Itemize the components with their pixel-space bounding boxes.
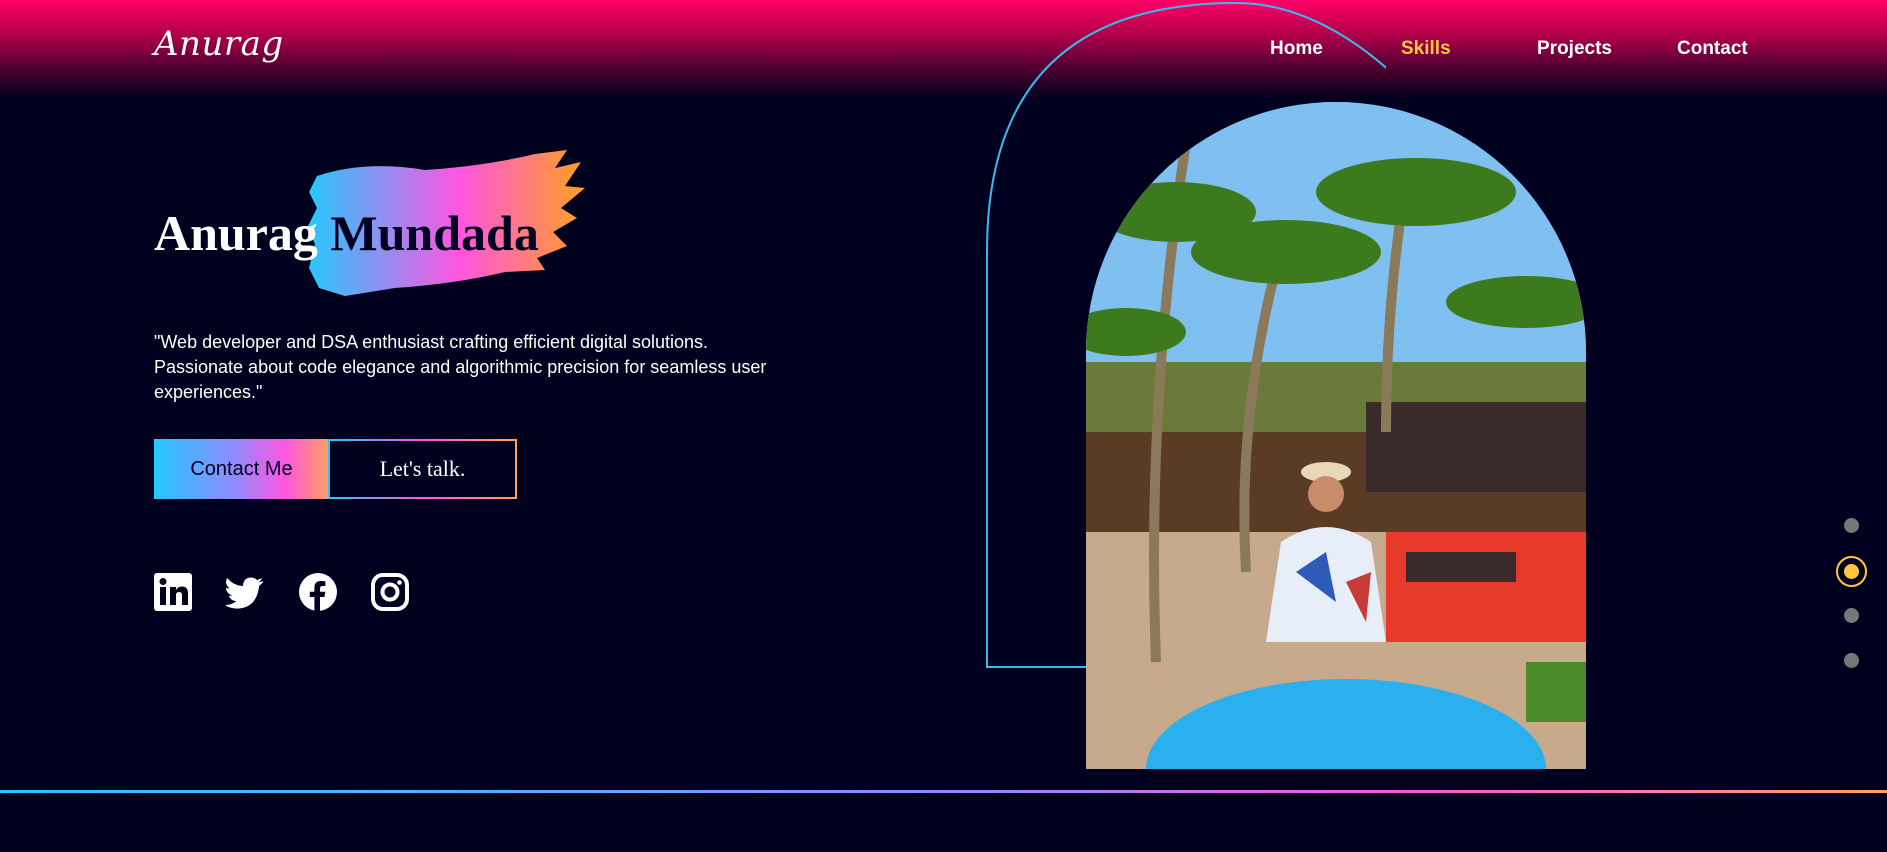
section-dot-3[interactable]: [1844, 608, 1859, 623]
profile-photo-illustration: [1086, 102, 1586, 769]
hero-first-name: Anurag: [154, 205, 318, 261]
lets-talk-button[interactable]: Let's talk.: [328, 439, 517, 499]
nav-skills[interactable]: Skills: [1401, 38, 1451, 60]
section-dot-2-active[interactable]: [1836, 556, 1867, 587]
nav-contact[interactable]: Contact: [1677, 38, 1748, 60]
section-dot-1[interactable]: [1844, 518, 1859, 533]
site-header: Anurag Home Skills Projects Contact: [0, 0, 1887, 100]
hero-last-name: Mundada: [330, 205, 539, 261]
facebook-icon[interactable]: [299, 573, 337, 611]
linkedin-icon[interactable]: [154, 573, 192, 611]
nav-projects[interactable]: Projects: [1537, 38, 1612, 60]
logo[interactable]: Anurag: [154, 24, 284, 64]
section-dot-4[interactable]: [1844, 653, 1859, 668]
instagram-icon[interactable]: [371, 573, 409, 611]
gradient-divider: [0, 790, 1887, 793]
hero-name: Anurag Mundada: [154, 204, 539, 262]
twitter-icon[interactable]: [226, 573, 264, 611]
contact-me-button[interactable]: Contact Me: [154, 439, 329, 499]
profile-photo: [1086, 102, 1586, 769]
hero-tagline: "Web developer and DSA enthusiast crafti…: [154, 332, 767, 402]
